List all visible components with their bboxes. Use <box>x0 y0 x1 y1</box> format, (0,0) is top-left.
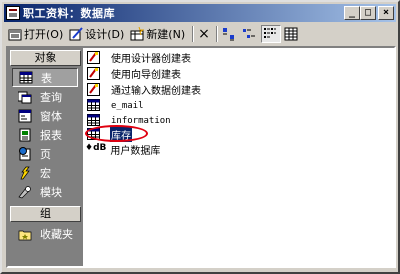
large-icons-icon <box>222 27 236 41</box>
groups-header[interactable]: 组 <box>10 206 81 222</box>
delete-icon: × <box>198 26 210 42</box>
toolbar-separator <box>215 26 218 42</box>
annotation-circle <box>85 125 148 142</box>
window-title: 职工资料：数据库 <box>23 7 115 20</box>
sidebar-item-modules[interactable]: 模块 <box>12 182 78 201</box>
macro-icon <box>18 166 32 180</box>
close-button[interactable]: × <box>378 6 394 20</box>
list-view-icon <box>263 27 277 41</box>
linked-db-icon: ♦dB <box>85 143 107 153</box>
database-window: 职工资料：数据库 _ □ × 打开(O) 设计(D) 新建(N) × 对象 表 … <box>0 0 400 274</box>
new-icon <box>130 26 145 41</box>
sidebar-item-label: 报表 <box>40 128 62 142</box>
design-button[interactable]: 设计(D) <box>67 25 126 43</box>
sidebar-item-label: 收藏夹 <box>40 227 73 241</box>
list-item-label: 用户数据库 <box>110 146 161 157</box>
details-view-icon <box>284 27 298 41</box>
details-view-button[interactable] <box>283 25 301 43</box>
sidebar-item-pages[interactable]: 页 <box>12 144 78 163</box>
sidebar-item-label: 窗体 <box>40 109 62 123</box>
design-label: 设计(D) <box>85 28 125 41</box>
wizard-icon <box>87 67 100 80</box>
list-item[interactable]: 使用向导创建表 <box>87 66 182 81</box>
table-icon <box>19 71 33 85</box>
window-controls: _ □ × <box>344 6 394 20</box>
list-item[interactable]: 通过输入数据创建表 <box>87 82 202 97</box>
sidebar-item-favorites[interactable]: 收藏夹 <box>12 224 78 243</box>
list-item-label: e_mail <box>111 100 144 111</box>
open-icon <box>8 27 22 41</box>
design-icon <box>69 27 83 41</box>
title-bar[interactable]: 职工资料：数据库 _ □ × <box>4 4 396 22</box>
list-item-label: 通过输入数据创建表 <box>111 86 201 97</box>
sidebar-item-forms[interactable]: 窗体 <box>12 106 78 125</box>
sidebar-item-label: 模块 <box>40 185 62 199</box>
wizard-icon <box>87 51 100 64</box>
objects-bar: 对象 表 查询 窗体 报表 页 宏 模块 组 收藏夹 <box>8 48 83 266</box>
toolbar: 打开(O) 设计(D) 新建(N) × <box>6 24 396 44</box>
list-item[interactable]: 使用设计器创建表 <box>87 50 192 65</box>
sidebar-item-label: 表 <box>41 71 52 85</box>
list-view-button[interactable] <box>260 25 281 43</box>
wizard-icon <box>87 83 100 96</box>
sidebar-item-label: 宏 <box>40 166 51 180</box>
large-icons-button[interactable] <box>221 25 239 43</box>
small-icons-button[interactable] <box>241 25 259 43</box>
list-item-label: 使用设计器创建表 <box>111 54 191 65</box>
page-icon <box>18 146 32 161</box>
new-label: 新建(N) <box>146 28 186 41</box>
sidebar-item-label: 页 <box>40 147 51 161</box>
maximize-button[interactable]: □ <box>360 6 376 20</box>
delete-button[interactable]: × <box>197 25 211 43</box>
list-item-label: information <box>111 115 171 126</box>
objects-header[interactable]: 对象 <box>10 50 81 66</box>
sidebar-item-queries[interactable]: 查询 <box>12 87 78 106</box>
open-button[interactable]: 打开(O) <box>6 25 65 43</box>
object-list: 使用设计器创建表 使用向导创建表 通过输入数据创建表 e_mail inform… <box>83 48 394 266</box>
small-icons-icon <box>242 27 256 41</box>
list-item[interactable]: e_mail <box>87 98 145 113</box>
table-icon <box>87 99 100 112</box>
new-button[interactable]: 新建(N) <box>128 25 187 43</box>
sidebar-item-reports[interactable]: 报表 <box>12 125 78 144</box>
form-icon <box>18 109 32 123</box>
open-label: 打开(O) <box>24 28 64 41</box>
list-item-label: 使用向导创建表 <box>111 70 181 81</box>
sidebar-item-label: 查询 <box>40 90 62 104</box>
sidebar-item-macros[interactable]: 宏 <box>12 163 78 182</box>
query-icon <box>17 90 32 104</box>
table-icon <box>87 114 100 127</box>
report-icon <box>18 128 32 142</box>
database-window-icon[interactable] <box>6 6 20 20</box>
toolbar-separator <box>192 26 195 42</box>
favorites-icon <box>18 227 32 241</box>
module-icon <box>18 185 32 199</box>
list-item[interactable]: ♦dB 用户数据库 <box>85 142 161 157</box>
main-pane: 对象 表 查询 窗体 报表 页 宏 模块 组 收藏夹 使用设计器创建表 使用向导… <box>6 46 396 268</box>
sidebar-item-tables[interactable]: 表 <box>12 68 78 87</box>
minimize-button[interactable]: _ <box>344 6 360 20</box>
